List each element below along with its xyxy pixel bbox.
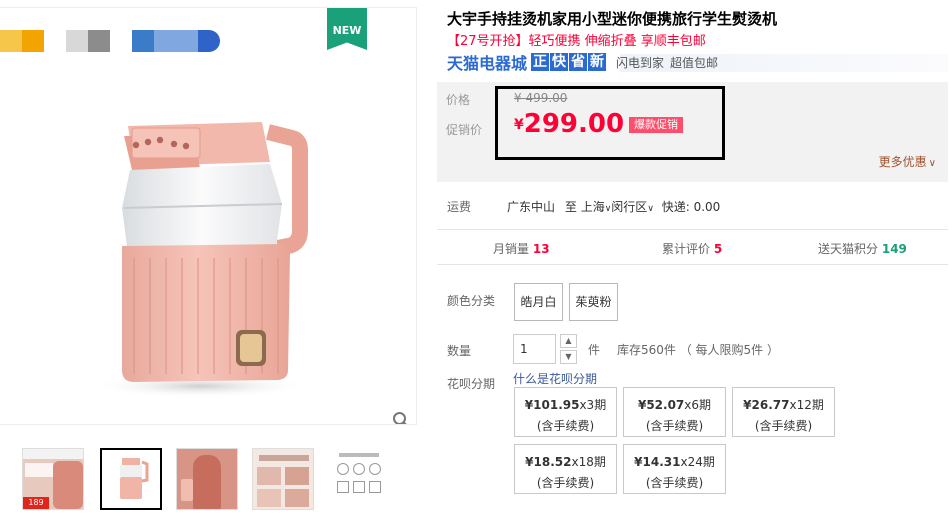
quantity-decrease-button[interactable]: ▼: [560, 350, 577, 364]
reviews-label: 累计评价: [662, 242, 711, 256]
cumulative-reviews[interactable]: 累计评价 5: [662, 240, 722, 257]
chevron-down-icon: ∨: [647, 204, 654, 214]
currency-symbol: ¥: [514, 117, 524, 133]
promo-price-label: 促销价: [446, 123, 483, 137]
thumbnail-3[interactable]: [176, 448, 238, 510]
divider: [437, 229, 948, 230]
tag-fast: 快: [550, 53, 569, 71]
thumbnail-1[interactable]: 189: [22, 448, 84, 510]
thumbnail-steamer-image: [120, 458, 149, 499]
zoom-icon[interactable]: [392, 411, 410, 425]
more-deals-link[interactable]: 更多优惠 ∨: [879, 153, 936, 170]
tag-lightning-delivery: 闪电到家: [616, 55, 665, 70]
installment-period: x24期: [680, 455, 715, 469]
tag-save: 省: [569, 53, 588, 71]
shipping-label: 运费: [447, 200, 472, 214]
monthly-sales-label: 月销量: [493, 242, 530, 256]
installment-period: x12期: [789, 398, 824, 412]
shipping-fee: 快递: 0.00: [661, 200, 721, 214]
chevron-up-icon: ▲: [565, 336, 572, 345]
points-value: 149: [881, 242, 907, 256]
shipping-to-prefix: 至: [564, 200, 577, 214]
installment-fee-note: (含手续费): [645, 476, 704, 490]
installment-option-3[interactable]: ¥101.95x3期 (含手续费): [514, 387, 617, 437]
promo-tag: 爆款促销: [629, 117, 683, 133]
thumbnail-price-badge: 189: [23, 497, 49, 509]
installment-price: ¥14.31: [634, 455, 681, 469]
product-title: 大宇手持挂烫机家用小型迷你便携旅行学生熨烫机: [447, 10, 778, 28]
stats-row: 月销量 13 累计评价 5 送天猫积分 149: [437, 240, 948, 256]
chevron-down-icon: ∨: [928, 158, 936, 169]
divider: [437, 264, 948, 265]
quantity-label: 数量: [447, 344, 472, 358]
current-price-value: 299.00: [523, 109, 625, 139]
installment-price: ¥26.77: [743, 398, 790, 412]
original-price-label: 价格: [446, 93, 471, 107]
destination-city: 上海: [580, 200, 605, 214]
more-deals-label: 更多优惠: [878, 155, 927, 169]
destination-city-select[interactable]: 上海∨: [581, 200, 612, 214]
price-panel: 价格 促销价 ¥ 499.00 ¥299.00 爆款促销 更多优惠 ∨: [437, 82, 948, 182]
quantity-unit: 件: [588, 343, 601, 357]
thumbnail-4[interactable]: [252, 448, 314, 510]
tag-free-shipping: 超值包邮: [670, 55, 719, 70]
destination-district-select[interactable]: 闵行区∨: [611, 200, 654, 214]
color-option-pink[interactable]: 茱萸粉: [569, 283, 618, 321]
shipping-origin: 广东中山: [507, 200, 556, 214]
monthly-sales: 月销量 13: [493, 240, 550, 257]
installment-fee-note: (含手续费): [754, 419, 813, 433]
tmall-electronics-logo[interactable]: 天猫电器城: [447, 50, 527, 74]
installment-fee-note: (含手续费): [536, 476, 595, 490]
installment-period: x3期: [579, 398, 607, 412]
installment-period: x6期: [684, 398, 712, 412]
original-price: ¥ 499.00: [514, 91, 568, 105]
stock-info: 库存560件 （ 每人限购5件 ）: [617, 343, 779, 357]
installment-period: x18期: [571, 455, 606, 469]
quantity-input[interactable]: 1: [513, 334, 556, 364]
thumbnail-strip: 189: [22, 448, 417, 510]
product-page: NEW 189 大宇手持挂烫机家用小型迷你便携旅行学生熨烫机 【27号开抢】轻巧…: [0, 0, 949, 517]
chevron-down-icon: ▼: [565, 352, 572, 361]
destination-district: 闵行区: [611, 200, 648, 214]
points-label: 送天猫积分: [818, 242, 879, 256]
quantity-increase-button[interactable]: ▲: [560, 334, 577, 348]
installment-fee-note: (含手续费): [645, 419, 704, 433]
installment-price: ¥18.52: [525, 455, 572, 469]
installment-fee-note: (含手续费): [536, 419, 595, 433]
installment-option-24[interactable]: ¥14.31x24期 (含手续费): [623, 444, 726, 494]
tag-genuine: 正: [531, 53, 550, 71]
thumbnail-5[interactable]: [328, 448, 390, 510]
what-is-huabei-link[interactable]: 什么是花呗分期: [513, 370, 597, 387]
color-option-white[interactable]: 皓月白: [514, 283, 563, 321]
thumbnail-2[interactable]: [100, 448, 162, 510]
color-label: 颜色分类: [447, 294, 496, 308]
shipping-details: 广东中山 至 上海∨闵行区∨ 快递: 0.00: [507, 198, 720, 215]
shipping-row: 运费 广东中山 至 上海∨闵行区∨ 快递: 0.00: [447, 198, 947, 215]
monthly-sales-value: 13: [532, 242, 550, 256]
tmall-points: 送天猫积分 149: [818, 240, 907, 257]
current-price: ¥299.00: [514, 109, 624, 139]
service-tags: 天猫电器城 正 快 省 新 闪电到家 超值包邮: [447, 51, 718, 73]
installment-option-12[interactable]: ¥26.77x12期 (含手续费): [732, 387, 835, 437]
product-subtitle: 【27号开抢】轻巧便携 伸缩折叠 享顺丰包邮: [447, 34, 706, 49]
main-product-image[interactable]: NEW: [0, 7, 417, 425]
garment-steamer-image: [90, 122, 310, 398]
installment-price: ¥101.95: [524, 398, 580, 412]
installment-label: 花呗分期: [447, 377, 496, 391]
installment-option-18[interactable]: ¥18.52x18期 (含手续费): [514, 444, 617, 494]
installment-option-6[interactable]: ¥52.07x6期 (含手续费): [623, 387, 726, 437]
reviews-value: 5: [713, 242, 723, 256]
installment-price: ¥52.07: [637, 398, 685, 412]
tag-new: 新: [588, 53, 607, 71]
